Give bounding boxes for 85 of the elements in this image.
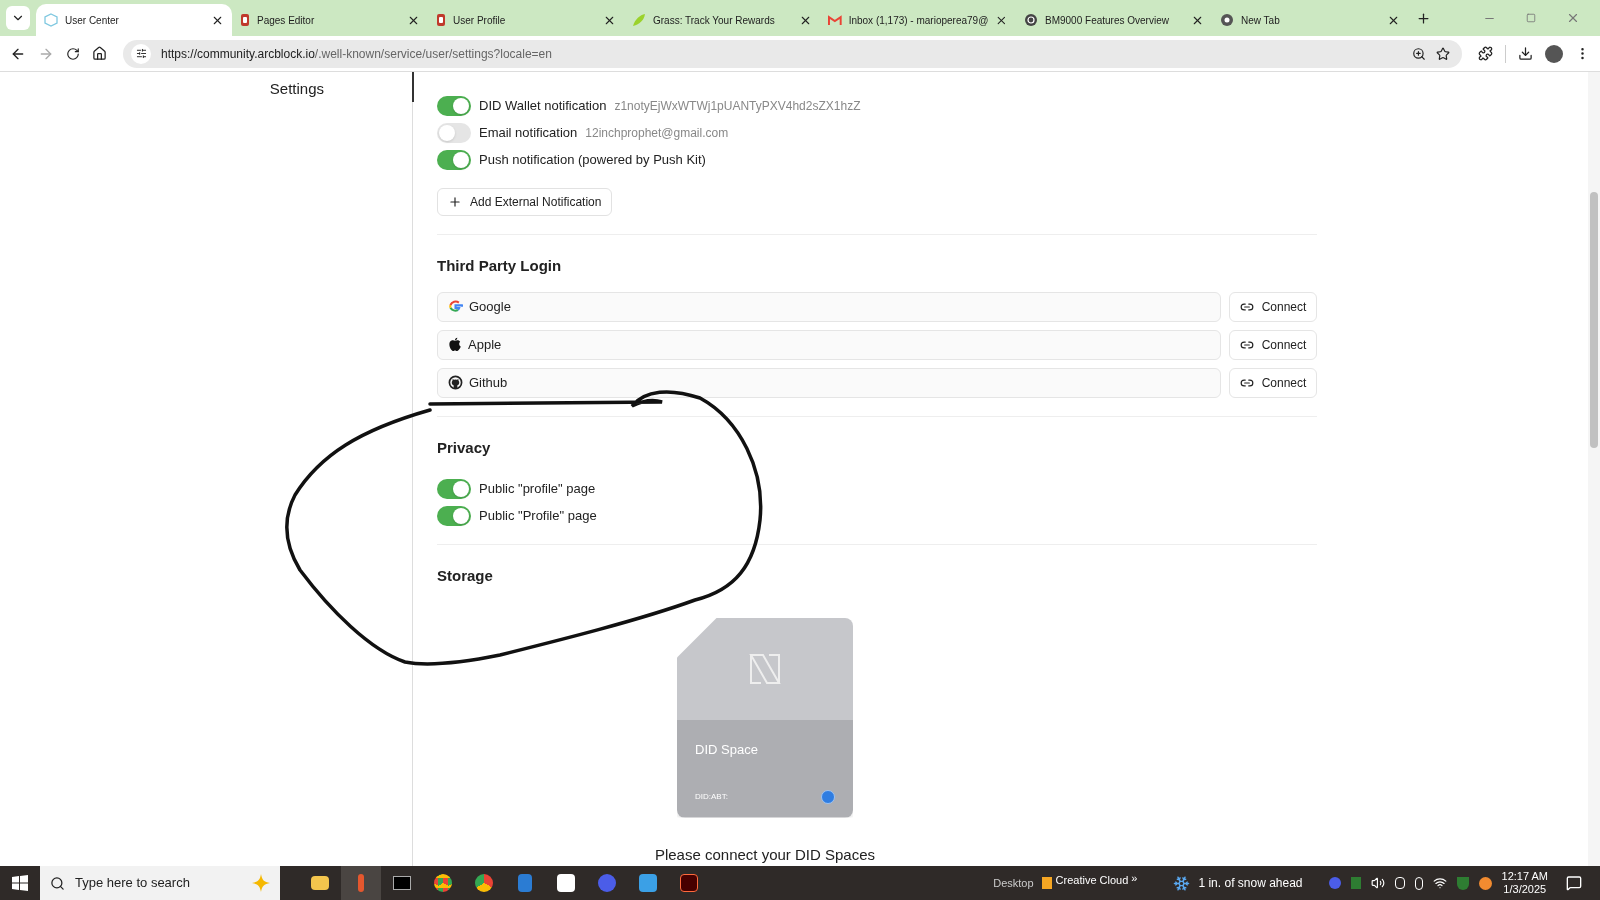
wifi-icon[interactable] xyxy=(1432,876,1447,890)
tab-title: New Tab xyxy=(1241,13,1281,28)
sidebar-title[interactable]: Settings xyxy=(269,78,324,866)
tab-title: Pages Editor xyxy=(257,13,316,28)
volume-icon[interactable] xyxy=(1370,876,1385,890)
notifications-icon[interactable] xyxy=(1566,875,1582,891)
snowflake-icon xyxy=(1173,874,1191,892)
browser-tab[interactable]: New Tab xyxy=(1212,4,1408,36)
toggle-switch[interactable] xyxy=(437,506,471,527)
toggle-switch[interactable] xyxy=(437,96,471,116)
browser-tab[interactable]: Inbox (1,173) - marioperea79@ xyxy=(820,4,1016,36)
site-info-icon[interactable] xyxy=(135,48,147,59)
browser-tab[interactable]: BM9000 Features Overview xyxy=(1016,4,1212,36)
tab-title: User Center xyxy=(65,13,120,28)
globe-icon xyxy=(1220,13,1234,27)
tab-list-button[interactable] xyxy=(6,6,30,30)
leaf-icon xyxy=(632,13,646,27)
tab-title: Inbox (1,173) - marioperea79@ xyxy=(848,13,989,28)
scrollbar[interactable] xyxy=(1588,72,1600,866)
browser-tab[interactable]: User Center xyxy=(36,4,232,36)
sparkle-icon xyxy=(252,874,270,892)
connect-button[interactable]: Connect xyxy=(1229,291,1317,322)
profile-avatar[interactable] xyxy=(1545,44,1563,63)
notification-label: Email notification xyxy=(479,124,578,143)
notification-label: Push notification (powered by Push Kit) xyxy=(479,151,706,170)
close-window-icon[interactable] xyxy=(1566,11,1580,25)
tab-title: Grass: Track Your Rewards xyxy=(653,13,776,28)
toggle-switch[interactable] xyxy=(437,150,471,170)
notification-detail: z1notyEjWxWTWj1pUANTyPXV4hd2sZX1hzZ xyxy=(614,98,861,115)
cube-icon xyxy=(44,13,58,27)
shield-icon[interactable] xyxy=(1456,876,1469,890)
provider-name: Apple xyxy=(468,335,502,354)
new-tab-icon[interactable] xyxy=(1416,10,1431,26)
did-badge-icon xyxy=(821,789,835,804)
download-icon[interactable] xyxy=(1518,46,1533,61)
creative-cloud-icon xyxy=(1041,877,1052,889)
mail-icon xyxy=(828,14,842,26)
zoom-icon[interactable] xyxy=(1412,46,1426,61)
creative-cloud-label[interactable]: Creative Cloud xyxy=(1055,872,1129,889)
taskbar-search-field[interactable]: Type here to search xyxy=(40,866,280,900)
clock-time[interactable]: 12:17 AM xyxy=(1501,869,1548,883)
section-title: Storage xyxy=(437,566,494,586)
clock-date[interactable]: 1/3/2025 xyxy=(1503,883,1547,897)
toggle-switch[interactable] xyxy=(437,479,471,500)
chevron-text[interactable]: » xyxy=(1131,870,1138,887)
bookmark-star-icon[interactable] xyxy=(1436,46,1450,61)
tray-app-icon[interactable] xyxy=(1394,877,1405,889)
section-title: Third Party Login xyxy=(437,256,563,277)
notification-label: DID Wallet notification xyxy=(479,97,607,116)
address-bar[interactable]: https://community.arcblock.io/.well-known/service/user/settings?locale=en xyxy=(123,39,1462,68)
tray-app-icon[interactable] xyxy=(1478,876,1492,890)
search-placeholder: Type here to search xyxy=(75,874,191,893)
connect-button[interactable]: Connect xyxy=(1229,367,1317,398)
storage-message: Please connect your DID Spaces xyxy=(654,844,876,865)
connect-button[interactable]: Connect xyxy=(1229,329,1317,360)
browser-tab[interactable]: Grass: Track Your Rewards xyxy=(624,4,820,36)
section-title: Privacy xyxy=(437,437,492,458)
browser-tab[interactable]: Pages Editor xyxy=(232,4,428,36)
home-icon[interactable] xyxy=(92,46,107,61)
add-notification-button[interactable]: Add External Notification xyxy=(437,188,613,217)
badge-icon xyxy=(240,13,250,27)
github-cat-icon xyxy=(448,375,463,391)
reload-icon[interactable] xyxy=(66,46,80,61)
tab-title: User Profile xyxy=(453,13,507,28)
card-title: DID Space xyxy=(695,740,759,759)
desktop-label[interactable]: Desktop xyxy=(993,874,1034,892)
apple-icon xyxy=(448,337,462,353)
provider-name: Github xyxy=(469,373,508,392)
did-label: DID:ABT: xyxy=(695,790,728,803)
notification-detail: 12inchprophet@gmail.com xyxy=(585,125,729,142)
weather-text[interactable]: 1 in. of snow ahead xyxy=(1198,874,1303,892)
extensions-icon[interactable] xyxy=(1478,46,1493,61)
privacy-label: Public "Profile" page xyxy=(479,507,597,526)
url-text: https://community.arcblock.io/.well-known/service/user/settings?locale=en xyxy=(161,45,553,63)
did-space-logo-icon xyxy=(748,651,782,686)
search-icon xyxy=(50,875,65,891)
toggle-switch[interactable] xyxy=(437,123,471,143)
google-g-icon xyxy=(448,299,463,315)
provider-name: Google xyxy=(469,297,511,316)
browser-tab[interactable]: User Profile xyxy=(428,4,624,36)
windows-start-icon[interactable] xyxy=(12,875,28,891)
badge-icon xyxy=(436,13,446,27)
privacy-label: Public "profile" page xyxy=(479,480,596,499)
tab-title: BM9000 Features Overview xyxy=(1045,13,1170,28)
plus-icon xyxy=(448,195,462,210)
